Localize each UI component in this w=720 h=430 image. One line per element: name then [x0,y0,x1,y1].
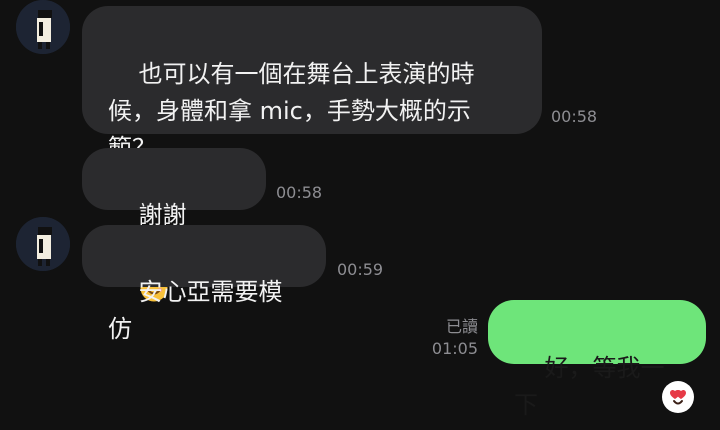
message-time: 00:58 [276,183,323,202]
contact-avatar[interactable] [16,217,70,271]
chat-window: 也可以有一個在舞台上表演的時 候，身體和拿 mic，手勢大概的示 範？ 00:5… [0,0,720,430]
message-bubble-outgoing[interactable]: 好，等我一下 [488,300,706,419]
message-text: 也可以有一個在舞台上表演的時 候，身體和拿 mic，手勢大概的示 範？ [108,60,475,162]
message-time: 00:58 [551,107,598,126]
message-bubble-incoming[interactable]: 謝謝 [82,148,266,302]
message-time: 00:59 [337,260,384,279]
read-receipt: 已讀 [445,317,478,336]
message-bubble-incoming[interactable]: 也可以有一個在舞台上表演的時 候，身體和拿 mic，手勢大概的示 範？ [82,6,542,162]
message-bubble-incoming[interactable]: 安心亞需要模仿 [82,225,326,343]
heart-eyes-reaction-icon[interactable] [662,381,694,413]
message-time: 01:05 [431,339,478,358]
contact-avatar[interactable] [16,0,70,54]
message-text: 安心亞需要模仿 [108,278,283,343]
message-text: 好，等我一下 [514,354,665,419]
